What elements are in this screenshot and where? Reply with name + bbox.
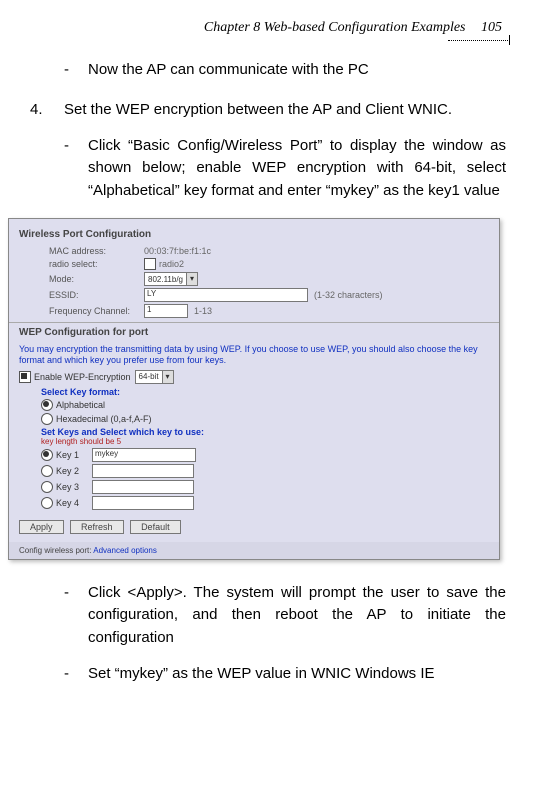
key3-label: Key 3 (56, 482, 92, 492)
key4-input[interactable] (92, 496, 194, 510)
config-screenshot: Wireless Port Configuration MAC address:… (8, 218, 500, 560)
essid-label: ESSID: (49, 290, 144, 300)
step-4-text: Set the WEP encryption between the AP an… (64, 98, 506, 121)
mac-label: MAC address: (49, 246, 144, 256)
key2-label: Key 2 (56, 466, 92, 476)
radio-value: radio2 (159, 259, 184, 269)
substep-basic-config: Click “Basic Config/Wireless Port” to di… (64, 135, 506, 203)
footer-bar: Config wireless port: Advanced options (9, 542, 499, 559)
mac-value: 00:03:7f:be:f1:1c (144, 246, 211, 256)
substep-apply: Click <Apply>. The system will prompt th… (64, 582, 506, 650)
key3-radio[interactable] (41, 481, 53, 493)
format-alpha-radio[interactable] (41, 399, 53, 411)
wep-note: You may encryption the transmitting data… (19, 344, 489, 366)
wep-bits-select[interactable]: 64-bit▾ (135, 370, 174, 384)
text: Click “Basic Config/Wireless Port” to di… (88, 137, 506, 199)
essid-input[interactable]: LY (144, 288, 308, 302)
text: Set “mykey” as the WEP value in WNIC Win… (88, 665, 435, 682)
key4-radio[interactable] (41, 497, 53, 509)
key2-radio[interactable] (41, 465, 53, 477)
format-alpha-label: Alphabetical (56, 400, 105, 410)
footer-text: Config wireless port: (19, 546, 91, 555)
mode-value: 802.11b/g (145, 275, 186, 284)
enable-wep-label: Enable WEP-Encryption (34, 372, 131, 382)
chapter-title: Chapter 8 Web-based Configuration Exampl… (204, 20, 466, 36)
step-marker: 4. (30, 98, 43, 121)
page-header: Chapter 8 Web-based Configuration Exampl… (28, 20, 506, 36)
key2-input[interactable] (92, 464, 194, 478)
advanced-options-link[interactable]: Advanced options (93, 546, 157, 555)
freq-hint: 1-13 (194, 306, 212, 316)
substep-set-mykey: Set “mykey” as the WEP value in WNIC Win… (64, 663, 506, 686)
radio-checkbox[interactable] (144, 258, 156, 270)
set-keys-label: Set Keys and Select which key to use: (41, 427, 489, 437)
format-hex-radio[interactable] (41, 413, 53, 425)
wep-bits-value: 64-bit (136, 372, 162, 381)
essid-hint: (1-32 characters) (314, 290, 383, 300)
refresh-button[interactable]: Refresh (70, 520, 124, 534)
text: Click <Apply>. The system will prompt th… (88, 584, 506, 646)
apply-button[interactable]: Apply (19, 520, 64, 534)
key1-radio[interactable] (41, 449, 53, 461)
mode-select[interactable]: 802.11b/g▾ (144, 272, 198, 286)
key4-label: Key 4 (56, 498, 92, 508)
header-rule (448, 40, 508, 41)
format-hex-label: Hexadecimal (0,a-f,A-F) (56, 414, 152, 424)
step-4: 4. Set the WEP encryption between the AP… (28, 98, 506, 203)
bullet-ap-communicate: Now the AP can communicate with the PC (64, 59, 506, 82)
mode-label: Mode: (49, 274, 144, 284)
key-length-hint: key length should be 5 (41, 437, 489, 446)
select-format-label: Select Key format: (41, 387, 489, 397)
chevron-down-icon: ▾ (186, 273, 197, 285)
freq-label: Frequency Channel: (49, 306, 144, 316)
page-number: 105 (481, 20, 502, 36)
key1-label: Key 1 (56, 450, 92, 460)
enable-wep-checkbox[interactable] (19, 371, 31, 383)
key3-input[interactable] (92, 480, 194, 494)
default-button[interactable]: Default (130, 520, 181, 534)
panel-title-wep: WEP Configuration for port (19, 327, 489, 338)
text: Now the AP can communicate with the PC (88, 61, 369, 78)
panel-title-wireless-port: Wireless Port Configuration (19, 229, 489, 240)
radio-label: radio select: (49, 259, 144, 269)
key1-input[interactable]: mykey (92, 448, 196, 462)
chevron-down-icon: ▾ (162, 371, 173, 383)
freq-input[interactable]: 1 (144, 304, 188, 318)
